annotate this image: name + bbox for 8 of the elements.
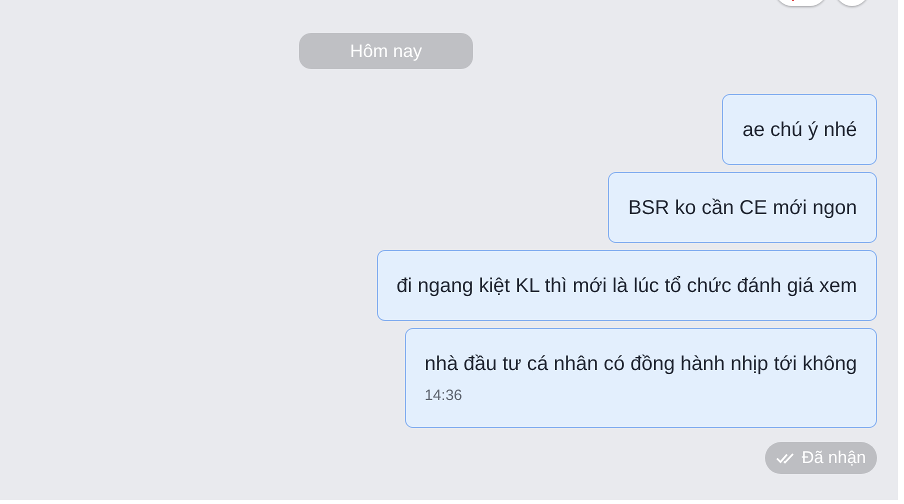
date-separator: Hôm nay	[299, 33, 473, 69]
double-check-icon	[776, 452, 794, 464]
message-time: 14:36	[424, 387, 464, 405]
message-bubble: đi ngang kiệt KL thì mới là lúc tổ chức đánh giá xem	[376, 250, 877, 321]
message-bubble: ae chú ý nhé	[722, 94, 877, 165]
status-label: Đã nhận	[802, 448, 866, 468]
message-bubble: nhà đầu tư cá nhân có đồng hành nhịp tới không 14:36	[404, 328, 877, 428]
message-bubble: BSR ko cần CE mới ngon	[608, 172, 877, 243]
